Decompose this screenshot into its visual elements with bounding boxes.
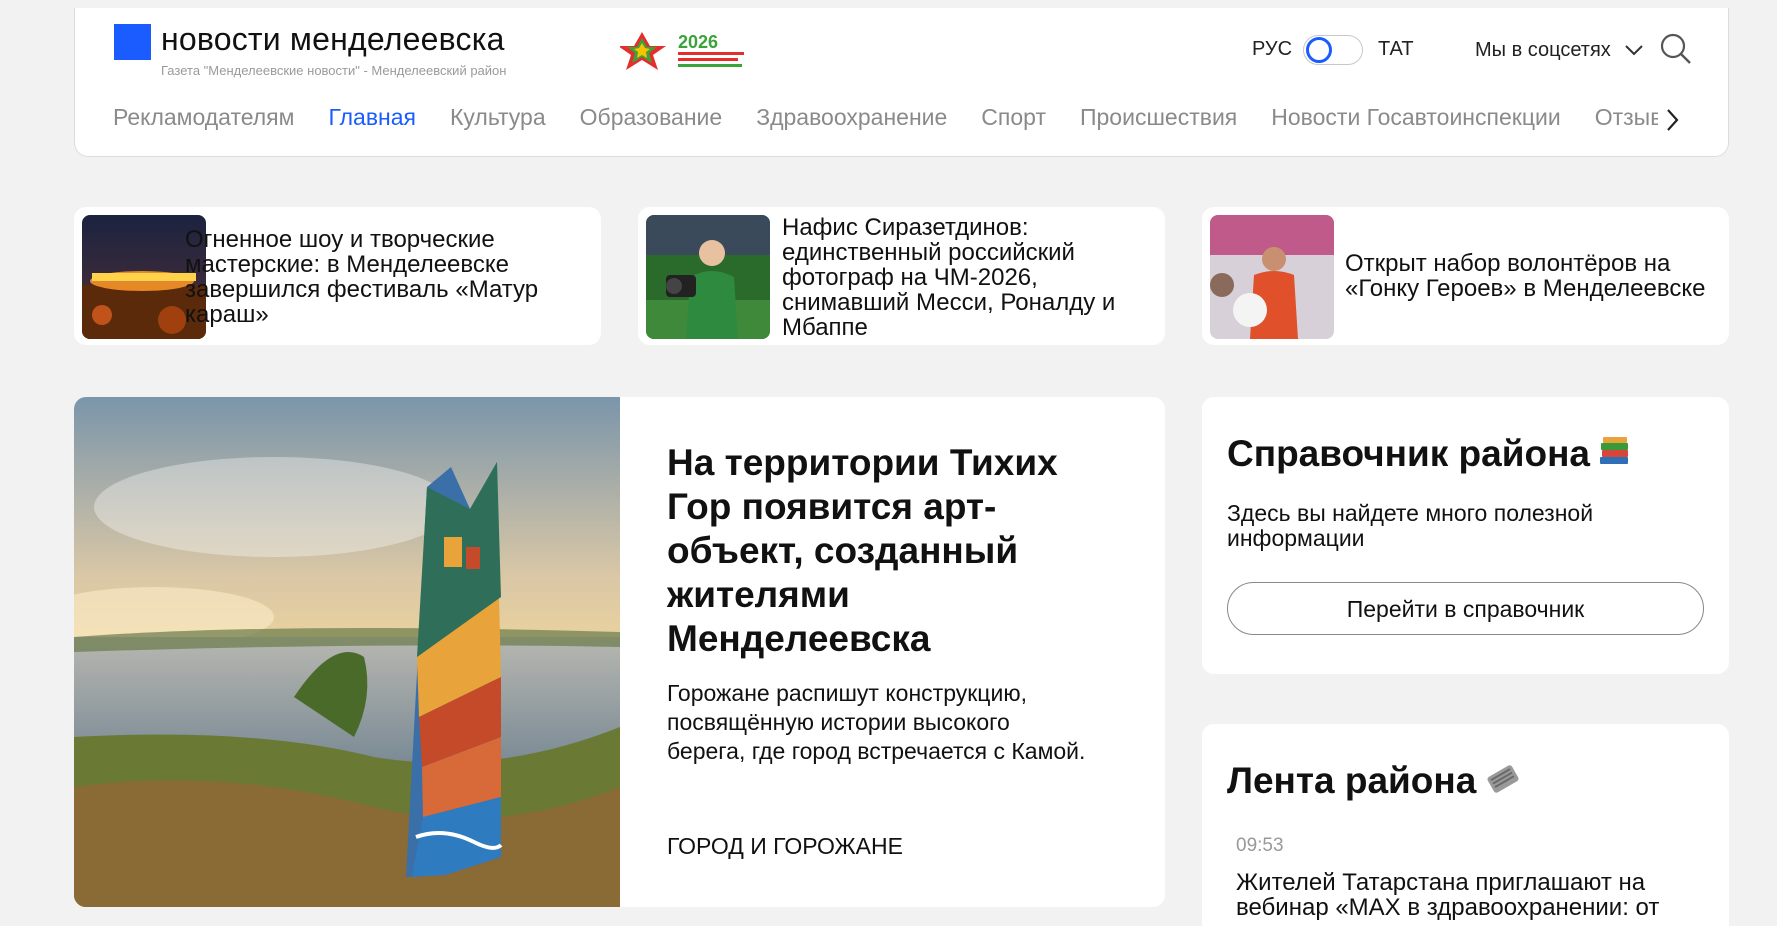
logo-square-icon[interactable]	[114, 24, 151, 60]
nav-scroll-right[interactable]	[1660, 105, 1684, 135]
books-icon	[1598, 435, 1632, 478]
site-subtitle: Газета "Менделеевские новости" - Менделе…	[161, 63, 507, 78]
news-title[interactable]: Нафис Сиразетдинов: единственный российс…	[782, 215, 1152, 340]
directory-button[interactable]: Перейти в справочник	[1227, 582, 1704, 635]
nav-item-education[interactable]: Образование	[580, 104, 723, 131]
svg-text:2026: 2026	[678, 32, 718, 52]
feed-item-time: 09:53	[1236, 835, 1284, 856]
feed-item-title[interactable]: Жителей Татарстана приглашают на вебинар…	[1236, 870, 1696, 920]
nav-item-traffic-police[interactable]: Новости Госавтоинспекции	[1271, 104, 1560, 131]
toggle-knob	[1306, 37, 1332, 63]
directory-title: Справочник района	[1227, 433, 1632, 478]
news-thumbnail	[1210, 215, 1334, 339]
feed-title: Лента района	[1227, 760, 1522, 805]
directory-description: Здесь вы найдете много полезной информац…	[1227, 500, 1594, 551]
featured-category[interactable]: ГОРОД И ГОРОЖАНЕ	[667, 833, 903, 860]
directory-title-text: Справочник района	[1227, 433, 1591, 474]
chevron-right-icon	[1667, 109, 1679, 131]
newspaper-icon	[1484, 762, 1522, 805]
nav-item-sport[interactable]: Спорт	[981, 104, 1046, 131]
lang-tt-label[interactable]: ТАТ	[1378, 38, 1414, 61]
nav-item-reviews[interactable]: Отзывы	[1595, 104, 1658, 131]
language-toggle[interactable]	[1303, 35, 1363, 65]
social-dropdown-label[interactable]: Мы в соцсетях	[1475, 39, 1611, 62]
top-news-card[interactable]: Открыт набор волонтёров на «Гонку Героев…	[1202, 207, 1729, 345]
featured-image	[74, 397, 620, 907]
nav-item-culture[interactable]: Культура	[450, 104, 546, 131]
chevron-down-icon[interactable]	[1622, 38, 1646, 62]
top-news-card[interactable]: Огненное шоу и творческие мастерские: в …	[74, 207, 601, 345]
nav-item-health[interactable]: Здравоохранение	[756, 104, 947, 131]
feed-title-text: Лента района	[1227, 760, 1477, 801]
directory-widget: Справочник района Здесь вы найдете много…	[1202, 397, 1729, 674]
lang-ru-label[interactable]: РУС	[1252, 38, 1292, 61]
site-header: новости менделеевска Газета "Менделеевск…	[74, 8, 1729, 157]
district-feed-widget: Лента района 09:53 Жителей Татарстана пр…	[1202, 724, 1729, 926]
top-news-card[interactable]: Нафис Сиразетдинов: единственный российс…	[638, 207, 1165, 345]
news-title[interactable]: Открыт набор волонтёров на «Гонку Героев…	[1345, 251, 1725, 301]
news-title[interactable]: Огненное шоу и творческие мастерские: в …	[185, 227, 585, 327]
main-nav: Рекламодателям Главная Культура Образование…	[113, 104, 1658, 138]
nav-item-advertisers[interactable]: Рекламодателям	[113, 104, 294, 131]
nav-item-incidents[interactable]: Происшествия	[1080, 104, 1237, 131]
search-icon[interactable]	[1657, 30, 1695, 68]
featured-description: Горожане распишут конструкцию, посвящённ…	[667, 680, 1086, 764]
news-thumbnail	[646, 215, 770, 339]
featured-title[interactable]: На территории Тихих Гор появится арт-объ…	[667, 441, 1107, 661]
nav-item-home[interactable]: Главная	[328, 104, 416, 131]
year-2026-badge[interactable]: 2026	[618, 28, 750, 72]
featured-article[interactable]: На территории Тихих Гор появится арт-объ…	[74, 397, 1165, 907]
site-logo[interactable]: новости менделеевска	[161, 21, 505, 58]
